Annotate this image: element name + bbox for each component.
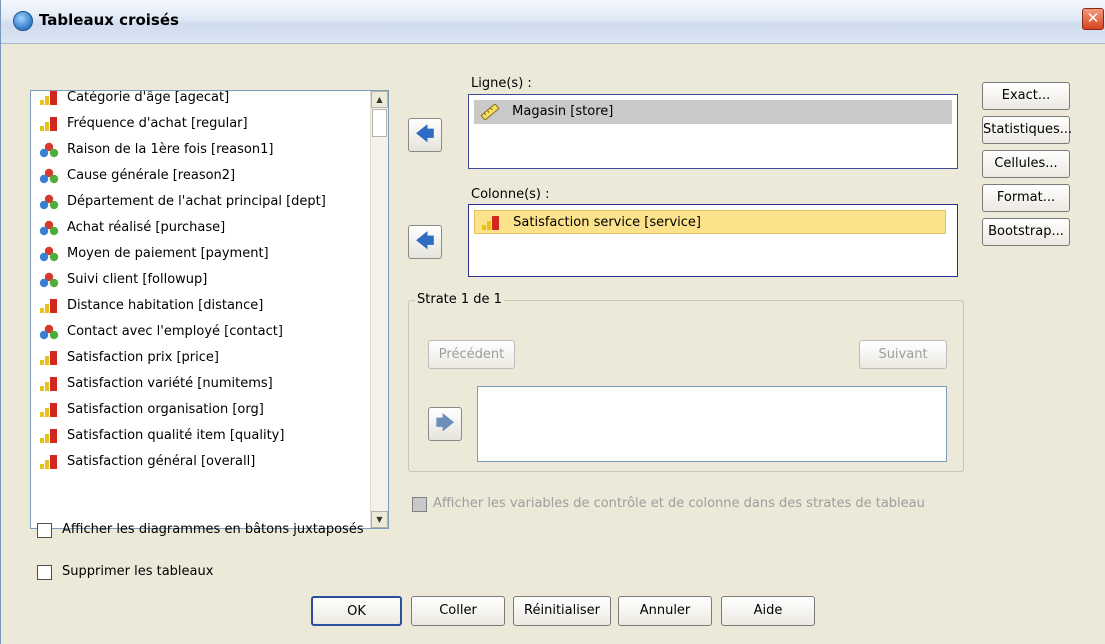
variable-type-icon [39,246,59,262]
variable-type-icon [39,376,59,392]
variable-label: Suivi client [followup] [67,272,208,287]
columns-list[interactable]: Satisfaction service [service] [468,204,958,277]
spss-app-icon [13,11,33,31]
variable-label: Satisfaction qualité item [quality] [67,428,285,443]
variable-list-item[interactable]: Contact avec l'employé [contact] [39,321,283,343]
rows-item-label: Magasin [store] [512,104,614,119]
variable-label: Moyen de paiement [payment] [67,246,269,261]
arrow-left-icon: 🡄 [415,231,435,252]
variable-label: Fréquence d'achat [regular] [67,116,248,131]
display-layer-checkbox[interactable] [412,497,427,512]
variable-list-item[interactable]: Satisfaction général [overall] [39,451,255,473]
variable-label: Raison de la 1ère fois [reason1] [67,142,274,157]
variable-list-item[interactable]: Moyen de paiement [payment] [39,243,269,265]
variable-list-item[interactable]: Satisfaction qualité item [quality] [39,425,284,447]
arrow-left-icon: 🡄 [415,124,435,145]
variable-type-icon [39,324,59,340]
variable-list-scrollbar[interactable]: ▲ ▼ [370,91,388,528]
next-layer-button[interactable]: Suivant [859,340,947,369]
variable-type-icon [39,454,59,470]
clustered-bar-checkbox[interactable] [37,523,52,538]
variable-type-icon [39,142,59,158]
ordinal-bar-icon [481,215,501,231]
variable-type-icon [39,428,59,444]
ok-button[interactable]: OK [311,596,402,626]
columns-item-label: Satisfaction service [service] [513,215,701,230]
variable-list-item[interactable]: Catégorie d'âge [agecat] [39,90,230,109]
move-to-columns-button[interactable]: 🡄 [408,225,442,259]
variable-label: Satisfaction général [overall] [67,454,256,469]
variable-list-item[interactable]: Achat réalisé [purchase] [39,217,225,239]
dialog-body: Catégorie d'âge [agecat] Fréquence d'acha… [1,44,1105,644]
paste-button[interactable]: Coller [411,596,505,626]
variable-type-icon [39,402,59,418]
variable-type-icon [39,272,59,288]
columns-label: Colonne(s) : [471,187,550,202]
clustered-bar-label: Afficher les diagrammes en bâtons juxtap… [62,522,364,537]
reset-button[interactable]: Réinitialiser [513,596,611,626]
close-button[interactable]: ✕ [1082,8,1104,30]
rows-label: Ligne(s) : [471,76,532,91]
variable-label: Satisfaction prix [price] [67,350,219,365]
variable-type-icon [39,116,59,132]
scroll-down-button[interactable]: ▼ [371,511,388,528]
variable-label: Département de l'achat principal [dept] [67,194,326,209]
display-layer-label: Afficher les variables de contrôle et de… [433,496,925,511]
scroll-thumb[interactable] [372,109,387,137]
variable-type-icon [39,168,59,184]
variable-label: Satisfaction organisation [org] [67,402,264,417]
variable-label: Contact avec l'employé [contact] [67,324,283,339]
variable-list-item[interactable]: Satisfaction prix [price] [39,347,219,369]
rows-list[interactable]: Magasin [store] [468,94,958,169]
move-to-rows-button[interactable]: 🡄 [408,118,442,152]
layer-title: Strate 1 de 1 [415,292,504,307]
layer-list[interactable] [477,386,947,462]
previous-layer-button[interactable]: Précédent [428,340,515,369]
variable-label: Satisfaction variété [numitems] [67,376,273,391]
variable-list-item[interactable]: Suivi client [followup] [39,269,207,291]
variable-list-item[interactable]: Satisfaction variété [numitems] [39,373,273,395]
bootstrap-button[interactable]: Bootstrap... [982,218,1070,246]
variable-list-item[interactable]: Fréquence d'achat [regular] [39,113,248,135]
variable-list-item[interactable]: Cause générale [reason2] [39,165,235,187]
cells-button[interactable]: Cellules... [982,150,1070,178]
variable-type-icon [39,350,59,366]
statistics-button[interactable]: Statistiques... [982,116,1072,144]
format-button[interactable]: Format... [982,184,1070,212]
suppress-tables-checkbox[interactable] [37,565,52,580]
scale-ruler-icon [480,102,500,121]
variable-label: Distance habitation [distance] [67,298,264,313]
variable-label: Cause générale [reason2] [67,168,236,183]
window-title: Tableaux croisés [39,11,179,29]
variable-label: Catégorie d'âge [agecat] [67,90,230,105]
columns-item[interactable]: Satisfaction service [service] [474,210,946,234]
variable-type-icon [39,194,59,210]
exact-button[interactable]: Exact... [982,82,1070,110]
variable-type-icon [39,298,59,314]
move-to-layer-button[interactable]: 🡆 [428,407,462,441]
variable-list-item[interactable]: Département de l'achat principal [dept] [39,191,326,213]
scroll-up-button[interactable]: ▲ [371,91,388,108]
variable-type-icon [39,91,59,106]
variable-label: Achat réalisé [purchase] [67,220,226,235]
variable-list-item[interactable]: Satisfaction organisation [org] [39,399,264,421]
variable-list-item[interactable]: Distance habitation [distance] [39,295,263,317]
cancel-button[interactable]: Annuler [618,596,712,626]
suppress-tables-label: Supprimer les tableaux [62,564,214,579]
variable-list-item[interactable]: Raison de la 1ère fois [reason1] [39,139,273,161]
variable-type-icon [39,220,59,236]
arrow-right-icon: 🡆 [435,413,455,434]
help-button[interactable]: Aide [721,596,815,626]
rows-item[interactable]: Magasin [store] [474,100,952,124]
crosstabs-dialog: Tableaux croisés ✕ Catégorie d'âge [agec… [0,0,1105,644]
title-bar[interactable]: Tableaux croisés ✕ [1,0,1105,44]
variable-list[interactable]: Catégorie d'âge [agecat] Fréquence d'acha… [30,90,389,529]
